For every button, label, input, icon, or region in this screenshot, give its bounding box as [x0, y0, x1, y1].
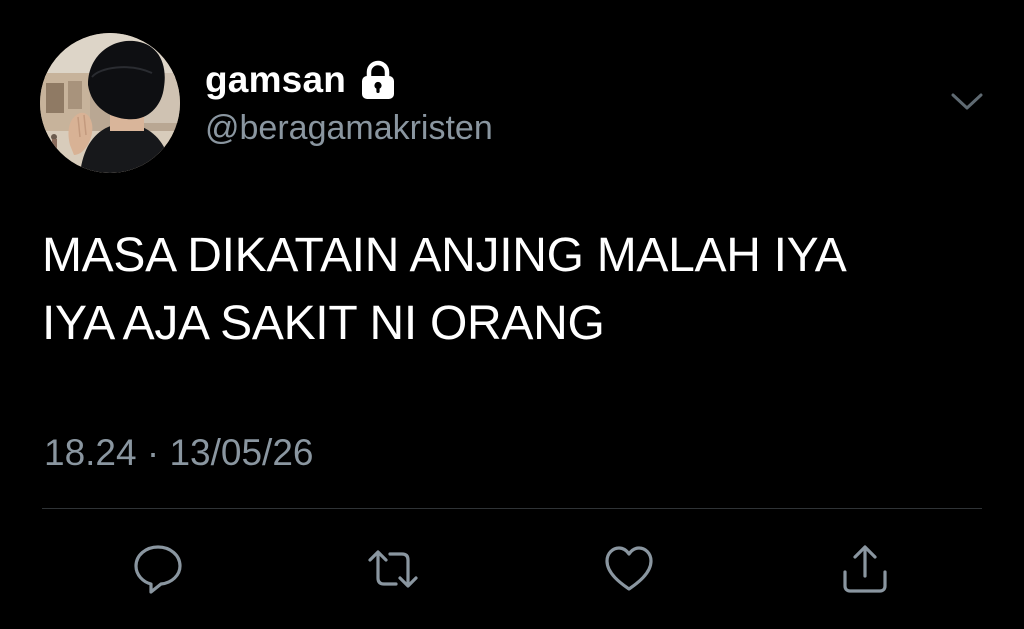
reply-icon	[134, 545, 182, 594]
tweet-detail: gamsan @beragamakristen MASA DIKATAIN AN…	[0, 0, 1024, 629]
tweet-timestamp[interactable]: 18.24 · 13/05/26	[44, 431, 314, 475]
retweet-icon	[368, 550, 418, 588]
like-button[interactable]	[602, 542, 656, 596]
username[interactable]: @beragamakristen	[205, 108, 493, 148]
retweet-button[interactable]	[366, 542, 420, 596]
display-name[interactable]: gamsan	[205, 58, 346, 102]
avatar-photo	[40, 33, 180, 173]
lock-icon	[360, 60, 396, 100]
avatar[interactable]	[40, 33, 180, 173]
chevron-down-icon[interactable]	[945, 86, 989, 116]
share-button[interactable]	[838, 542, 892, 596]
reply-button[interactable]	[131, 542, 185, 596]
share-icon	[843, 545, 887, 593]
like-icon	[605, 546, 653, 591]
tweet-text: MASA DIKATAIN ANJING MALAH IYA IYA AJA S…	[42, 229, 847, 350]
display-name-row: gamsan	[205, 58, 493, 102]
user-info: gamsan @beragamakristen	[205, 58, 493, 148]
divider	[42, 508, 982, 509]
